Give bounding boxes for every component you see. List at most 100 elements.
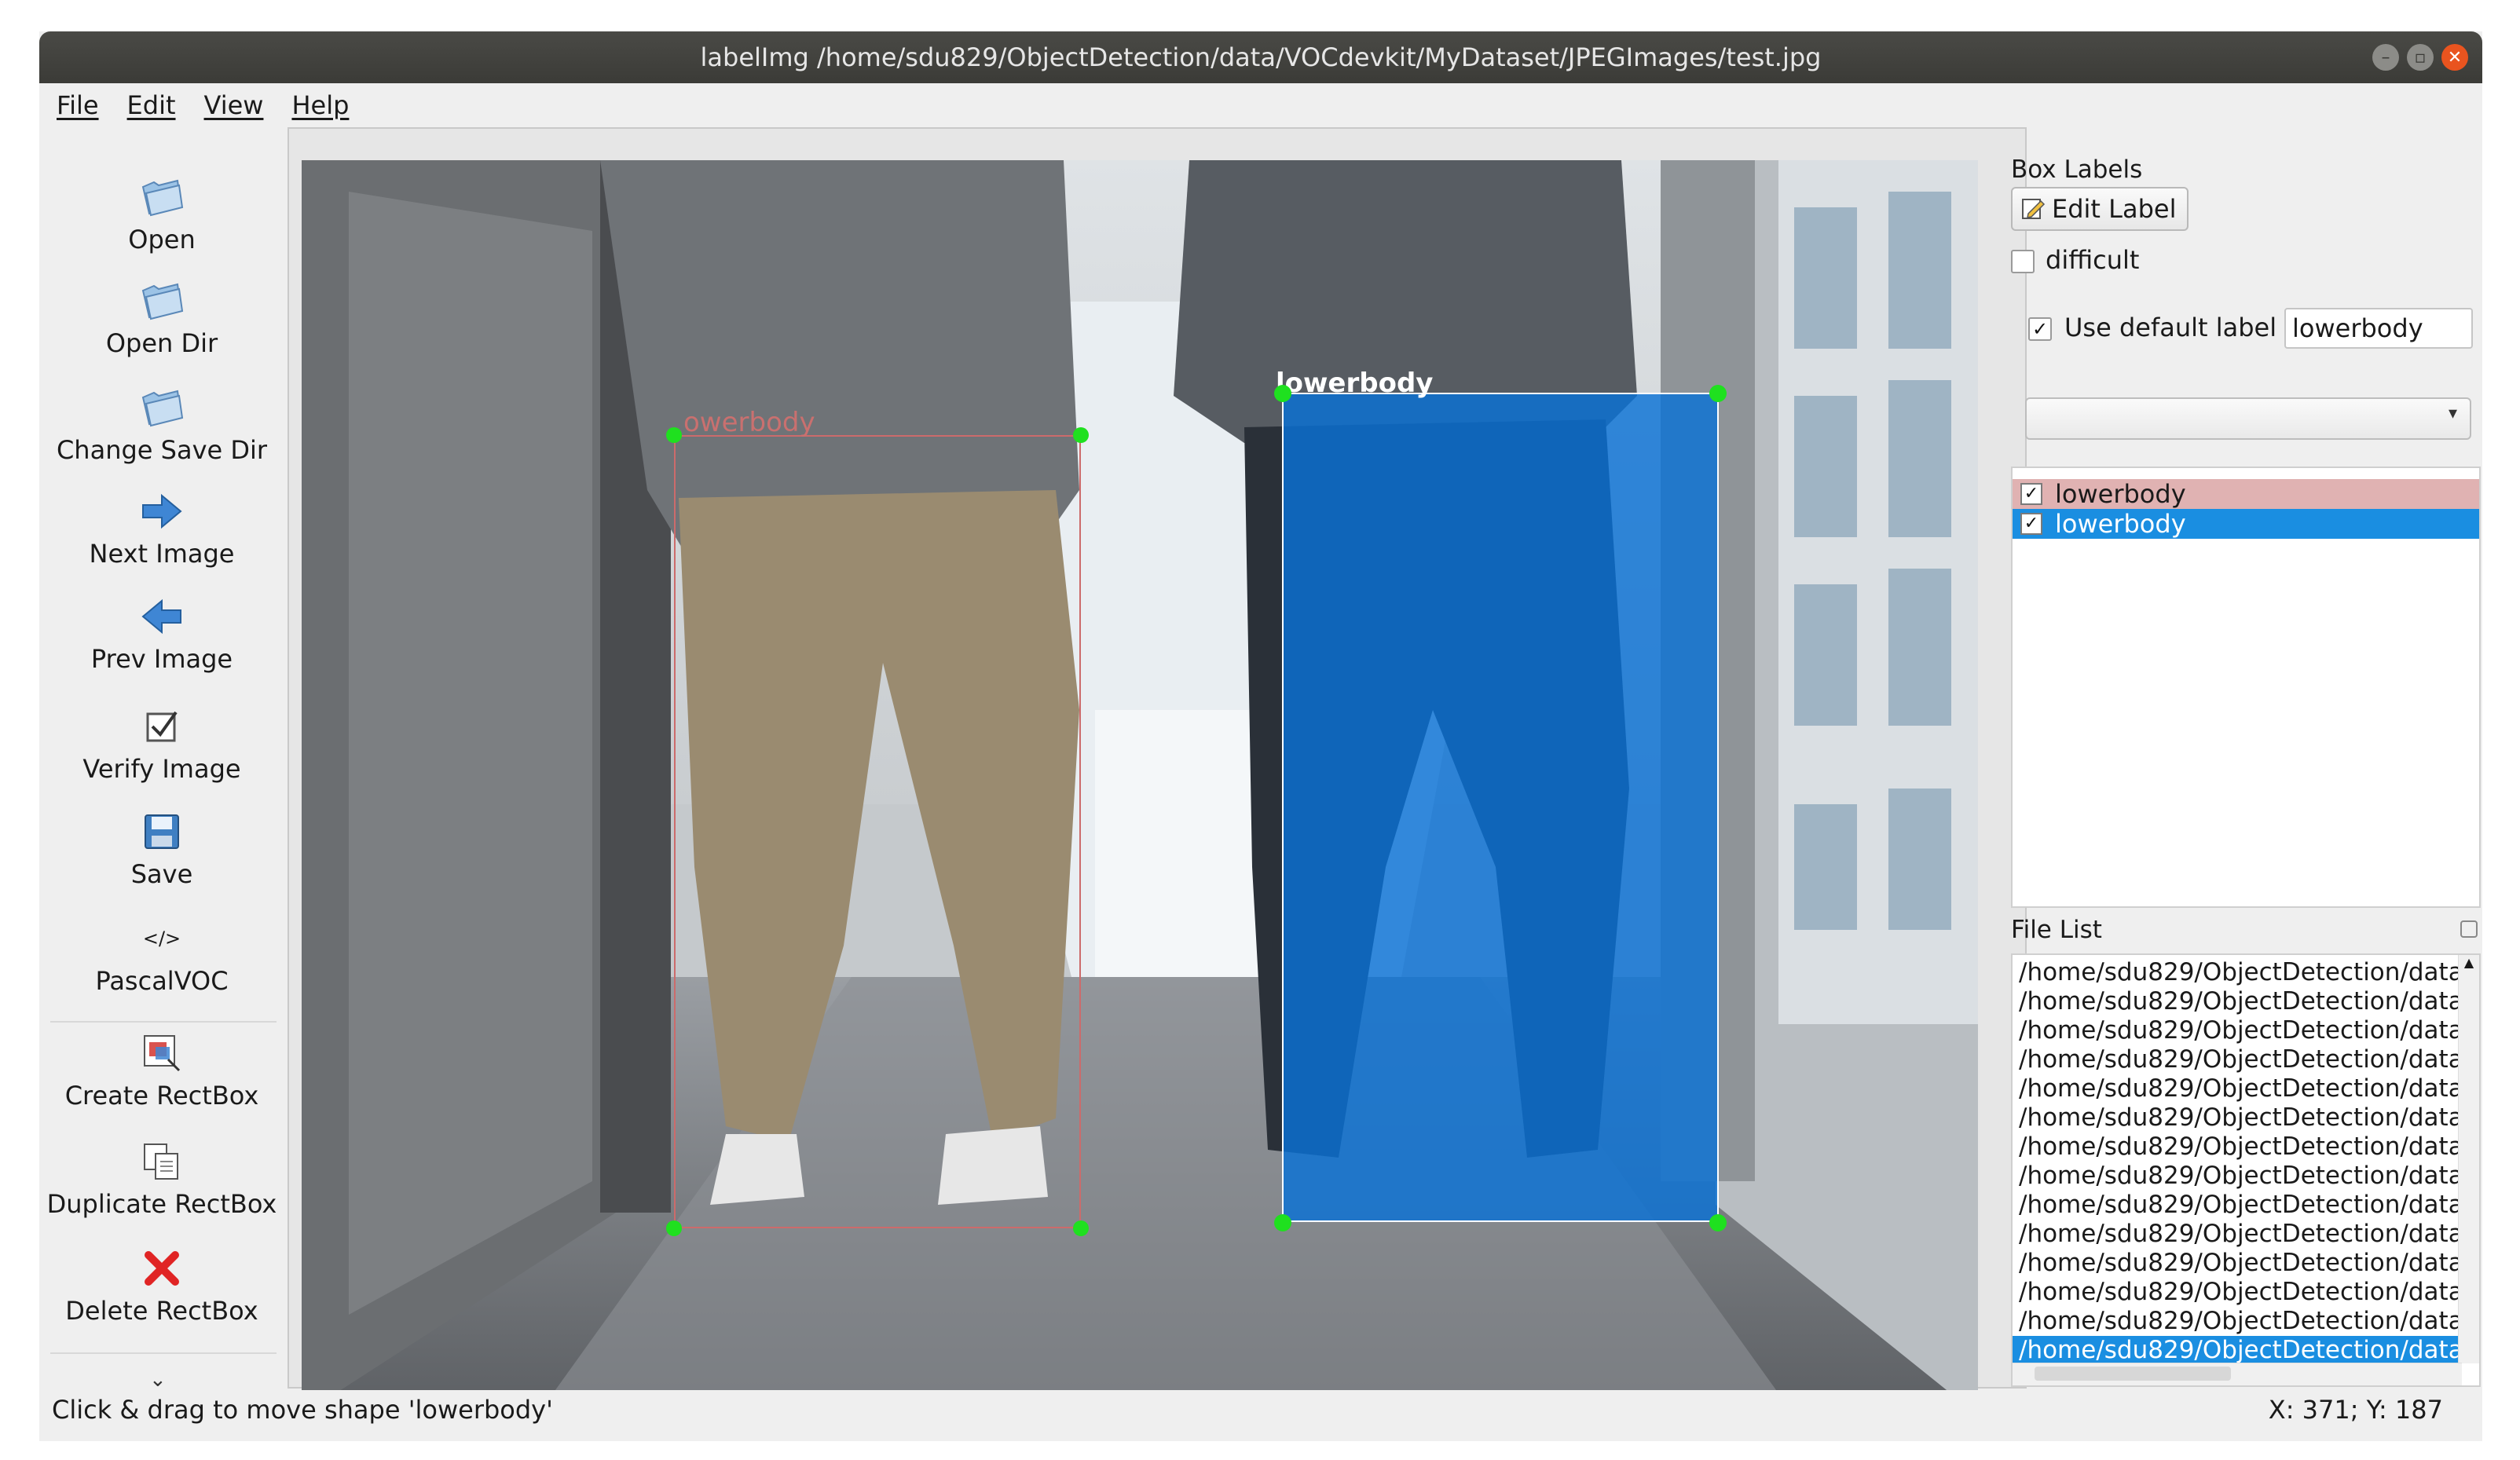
file-list-item[interactable]: /home/sdu829/ObjectDetection/data/ — [2013, 1016, 2460, 1045]
label-list-item-selected[interactable]: ✓ lowerbody — [2013, 509, 2479, 539]
prev-image-button[interactable]: Prev Image — [39, 594, 284, 674]
labelimg-window: labelImg /home/sdu829/ObjectDetection/da… — [39, 31, 2482, 1441]
difficult-checkbox[interactable] — [2011, 250, 2035, 273]
label-list-item-text: lowerbody — [2055, 509, 2186, 539]
bounding-box-2[interactable] — [1282, 393, 1719, 1222]
right-panel: Box Labels Edit Label difficult ✓ Use de… — [2002, 127, 2482, 1392]
edit-label-button[interactable]: Edit Label — [2011, 187, 2189, 231]
create-rectbox-button[interactable]: Create RectBox — [39, 1030, 284, 1111]
file-list-vertical-scrollbar[interactable]: ▲ — [2458, 955, 2479, 1363]
open-dir-label: Open Dir — [105, 328, 218, 358]
open-dir-button[interactable]: Open Dir — [39, 278, 284, 358]
box-1-handle[interactable] — [666, 1220, 682, 1236]
box-labels-title: Box Labels — [2011, 156, 2143, 184]
maximize-icon[interactable]: ▫ — [2407, 44, 2434, 71]
edit-label-text: Edit Label — [2052, 194, 2177, 224]
status-bar: Click & drag to move shape 'lowerbody' X… — [39, 1390, 2482, 1437]
verify-image-label: Verify Image — [82, 754, 241, 784]
file-list-horizontal-scrollbar[interactable] — [2013, 1363, 2462, 1385]
file-list-item[interactable]: /home/sdu829/ObjectDetection/data/ — [2013, 1191, 2460, 1220]
file-list-item[interactable]: /home/sdu829/ObjectDetection/data/ — [2013, 1249, 2460, 1278]
file-list-item[interactable]: /home/sdu829/ObjectDetection/data/ — [2013, 1103, 2460, 1133]
duplicate-icon — [39, 1139, 284, 1184]
box-2-handle[interactable] — [1274, 1214, 1291, 1231]
save-label: Save — [130, 859, 193, 889]
file-list-item[interactable]: /home/sdu829/ObjectDetection/data/ — [2013, 958, 2460, 987]
scroll-up-icon[interactable]: ▲ — [2459, 955, 2479, 970]
chevron-down-icon[interactable]: ⌄ — [149, 1368, 167, 1392]
difficult-label: difficult — [2046, 245, 2140, 275]
file-list-item[interactable]: /home/sdu829/ObjectDetection/data/ — [2013, 987, 2460, 1016]
checkbox-icon — [39, 704, 284, 749]
create-rectbox-icon — [39, 1030, 284, 1076]
label-list-item-text: lowerbody — [2055, 479, 2186, 509]
box-1-handle[interactable] — [1073, 427, 1089, 443]
image-photo: owerbody lowerbody — [302, 160, 1978, 1415]
folder-open-icon — [39, 174, 284, 220]
box-2-handle[interactable] — [1709, 1214, 1727, 1231]
label-visible-checkbox[interactable]: ✓ — [2020, 513, 2042, 535]
open-button[interactable]: Open — [39, 174, 284, 254]
file-list-item[interactable]: /home/sdu829/ObjectDetection/data/ — [2013, 1220, 2460, 1249]
floppy-disk-icon — [39, 809, 284, 854]
duplicate-rectbox-label: Duplicate RectBox — [46, 1189, 277, 1219]
folder-open-icon — [39, 385, 284, 430]
menu-edit[interactable]: Edit — [127, 90, 176, 120]
image-canvas[interactable]: owerbody lowerbody — [288, 127, 2027, 1415]
window-title: labelImg /home/sdu829/ObjectDetection/da… — [700, 42, 1822, 72]
close-icon[interactable]: ✕ — [2441, 44, 2468, 71]
toolbar-divider — [50, 1352, 277, 1354]
file-list-item[interactable]: /home/sdu829/ObjectDetection/data/ — [2013, 1074, 2460, 1103]
cursor-coordinates: X: 371; Y: 187 — [2268, 1395, 2443, 1425]
file-list-item[interactable]: /home/sdu829/ObjectDetection/data/ — [2013, 1278, 2460, 1307]
box-2-handle[interactable] — [1709, 385, 1727, 402]
menu-view[interactable]: View — [204, 90, 264, 120]
box-1-handle[interactable] — [1073, 1220, 1089, 1236]
file-list-item[interactable]: /home/sdu829/ObjectDetection/data/ — [2013, 1162, 2460, 1191]
duplicate-rectbox-button[interactable]: Duplicate RectBox — [39, 1139, 284, 1219]
toolbar-divider — [50, 1021, 277, 1023]
format-label: PascalVOC — [95, 966, 229, 996]
arrow-left-icon — [39, 594, 284, 639]
toolbar: Open Open Dir Change Save Dir Next Image… — [39, 127, 284, 1392]
chevron-down-icon: ▾ — [2448, 404, 2457, 423]
title-bar: labelImg /home/sdu829/ObjectDetection/da… — [39, 31, 2482, 83]
undock-icon[interactable] — [2460, 920, 2478, 938]
box-2-handle[interactable] — [1274, 385, 1291, 402]
delete-rectbox-label: Delete RectBox — [65, 1296, 258, 1326]
file-list-title: File List — [2011, 916, 2102, 944]
bounding-box-2-label: lowerbody — [1276, 368, 1434, 399]
save-button[interactable]: Save — [39, 809, 284, 889]
label-visible-checkbox[interactable]: ✓ — [2020, 483, 2042, 505]
use-default-label-text: Use default label — [2064, 313, 2277, 342]
menu-help[interactable]: Help — [291, 90, 349, 120]
menu-bar: File Edit View Help — [39, 83, 2482, 127]
delete-rectbox-button[interactable]: Delete RectBox — [39, 1246, 284, 1326]
minimize-icon[interactable]: – — [2372, 44, 2399, 71]
folder-open-icon — [39, 278, 284, 324]
label-list-item[interactable]: ✓ lowerbody — [2013, 479, 2479, 509]
file-list-item[interactable]: /home/sdu829/ObjectDetection/data/ — [2013, 1045, 2460, 1074]
window-controls: – ▫ ✕ — [2372, 44, 2468, 71]
menu-file[interactable]: File — [57, 90, 99, 120]
box-1-handle[interactable] — [666, 427, 682, 443]
file-list-item-selected[interactable]: /home/sdu829/ObjectDetection/data/ — [2013, 1336, 2460, 1365]
file-list-item[interactable]: /home/sdu829/ObjectDetection/data/ — [2013, 1133, 2460, 1162]
open-label: Open — [128, 225, 196, 254]
bounding-box-1[interactable] — [674, 435, 1081, 1228]
file-list-item[interactable]: /home/sdu829/ObjectDetection/data/ — [2013, 1307, 2460, 1336]
verify-image-button[interactable]: Verify Image — [39, 704, 284, 784]
format-button[interactable]: </> PascalVOC — [39, 916, 284, 996]
file-list: /home/sdu829/ObjectDetection/data/ /home… — [2011, 953, 2481, 1387]
scrollbar-thumb[interactable] — [2035, 1367, 2231, 1381]
bounding-box-1-label: owerbody — [683, 407, 815, 438]
create-rectbox-label: Create RectBox — [64, 1081, 259, 1111]
next-image-label: Next Image — [89, 539, 235, 569]
code-icon: </> — [142, 928, 181, 950]
label-list: ✓ lowerbody ✓ lowerbody — [2011, 467, 2481, 908]
use-default-label-checkbox[interactable]: ✓ — [2028, 317, 2052, 341]
next-image-button[interactable]: Next Image — [39, 488, 284, 569]
label-combo-box[interactable]: ▾ — [2025, 397, 2471, 440]
default-label-input[interactable]: lowerbody — [2284, 308, 2473, 349]
change-save-dir-button[interactable]: Change Save Dir — [39, 385, 284, 465]
